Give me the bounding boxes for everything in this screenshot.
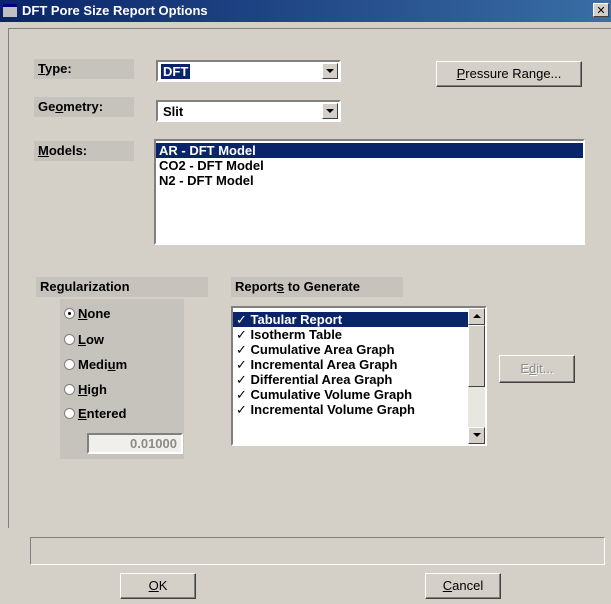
type-value: DFT: [161, 64, 191, 79]
list-item[interactable]: ✓ Differential Area Graph: [233, 372, 485, 387]
radio-checked-icon: [64, 308, 75, 319]
list-item[interactable]: ✓ Tabular Report: [233, 312, 470, 327]
radio-high[interactable]: High: [64, 381, 107, 399]
type-label: Type:: [34, 59, 134, 79]
pressure-range-button[interactable]: Pressure Range...: [436, 61, 582, 87]
check-icon: ✓: [236, 357, 247, 372]
check-icon: ✓: [236, 387, 247, 402]
geometry-label: Geometry:: [34, 97, 134, 117]
radio-medium[interactable]: Medium: [64, 356, 127, 374]
title-bar[interactable]: DFT Pore Size Report Options ✕: [0, 0, 611, 22]
edit-button[interactable]: Edit...: [499, 355, 575, 383]
entered-value-field[interactable]: 0.01000: [87, 433, 183, 454]
dialog-window: DFT Pore Size Report Options ✕ Type: DFT…: [0, 0, 611, 604]
radio-low[interactable]: Low: [64, 331, 104, 349]
status-bar: [30, 537, 605, 565]
list-item[interactable]: AR - DFT Model: [156, 143, 583, 158]
list-item[interactable]: ✓ Incremental Volume Graph: [233, 402, 485, 417]
models-label: Models:: [34, 141, 134, 161]
models-list[interactable]: AR - DFT Model CO2 - DFT Model N2 - DFT …: [154, 139, 585, 245]
reports-scrollbar[interactable]: [468, 308, 485, 444]
check-icon: ✓: [236, 327, 247, 342]
check-icon: ✓: [236, 372, 247, 387]
radio-none[interactable]: None: [64, 305, 111, 323]
list-item[interactable]: CO2 - DFT Model: [156, 158, 583, 173]
radio-unchecked-icon: [64, 359, 75, 370]
scroll-thumb[interactable]: [468, 325, 485, 387]
cancel-button[interactable]: Cancel: [425, 573, 501, 599]
chevron-down-icon[interactable]: [322, 63, 338, 79]
check-icon: ✓: [236, 312, 247, 327]
reports-list[interactable]: ✓ Tabular Report ✓ Isotherm Table ✓ Cumu…: [231, 306, 487, 446]
reports-title: Reports to Generate: [231, 277, 403, 297]
radio-unchecked-icon: [64, 334, 75, 345]
check-icon: ✓: [236, 402, 247, 417]
list-item[interactable]: ✓ Cumulative Volume Graph: [233, 387, 485, 402]
app-icon: [3, 4, 17, 17]
radio-unchecked-icon: [64, 408, 75, 419]
chevron-down-icon[interactable]: [322, 103, 338, 119]
list-item[interactable]: ✓ Incremental Area Graph: [233, 357, 485, 372]
scroll-down-icon[interactable]: [468, 427, 485, 444]
radio-unchecked-icon: [64, 384, 75, 395]
window-title: DFT Pore Size Report Options: [22, 3, 208, 18]
list-item[interactable]: ✓ Cumulative Area Graph: [233, 342, 485, 357]
list-item[interactable]: ✓ Isotherm Table: [233, 327, 485, 342]
geometry-value: Slit: [163, 104, 184, 119]
check-icon: ✓: [236, 342, 247, 357]
type-dropdown[interactable]: DFT: [156, 60, 341, 82]
regularization-title: Regularization: [36, 277, 208, 297]
list-item[interactable]: N2 - DFT Model: [156, 173, 583, 188]
ok-button[interactable]: OK: [120, 573, 196, 599]
radio-entered[interactable]: Entered: [64, 405, 126, 423]
geometry-dropdown[interactable]: Slit: [156, 100, 341, 122]
scroll-up-icon[interactable]: [468, 308, 485, 325]
close-button[interactable]: ✕: [593, 3, 609, 17]
